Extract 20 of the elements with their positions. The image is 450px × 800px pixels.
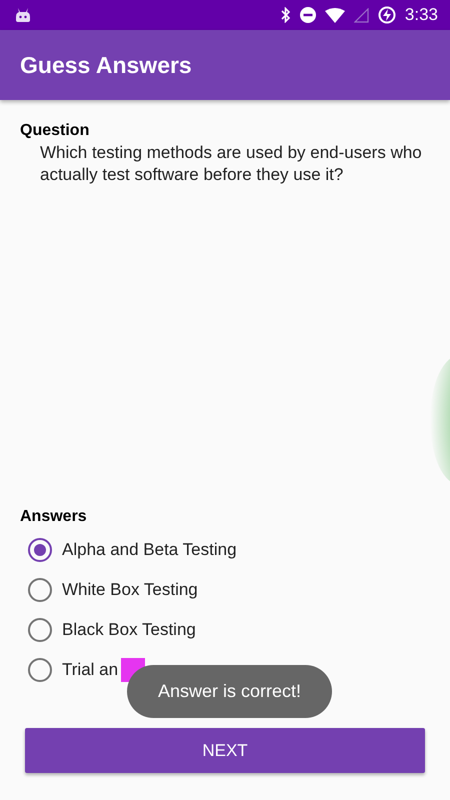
answer-option[interactable]: Alpha and Beta Testing xyxy=(20,530,237,570)
radio-button[interactable] xyxy=(28,658,52,682)
android-icon xyxy=(15,8,31,22)
question-text: Which testing methods are used by end-users who actually test software before they use it? xyxy=(40,142,423,186)
radio-button[interactable] xyxy=(28,618,52,642)
bluetooth-icon xyxy=(280,7,291,23)
signal-icon xyxy=(354,8,369,22)
do-not-disturb-icon xyxy=(300,7,316,23)
battery-charging-icon xyxy=(378,6,396,24)
answer-option[interactable]: Black Box Testing xyxy=(20,610,237,650)
answer-option[interactable]: White Box Testing xyxy=(20,570,237,610)
answers-label: Answers xyxy=(20,508,87,526)
screen-title: Guess Answers xyxy=(20,52,192,78)
question-label: Question xyxy=(20,122,90,140)
wifi-icon xyxy=(324,8,345,22)
radio-button[interactable] xyxy=(28,538,52,562)
next-button[interactable]: NEXT xyxy=(25,728,425,773)
answer-toast: Answer is correct! xyxy=(127,665,332,718)
radio-button[interactable] xyxy=(28,578,52,602)
clock-time: 3:33 xyxy=(404,5,438,25)
